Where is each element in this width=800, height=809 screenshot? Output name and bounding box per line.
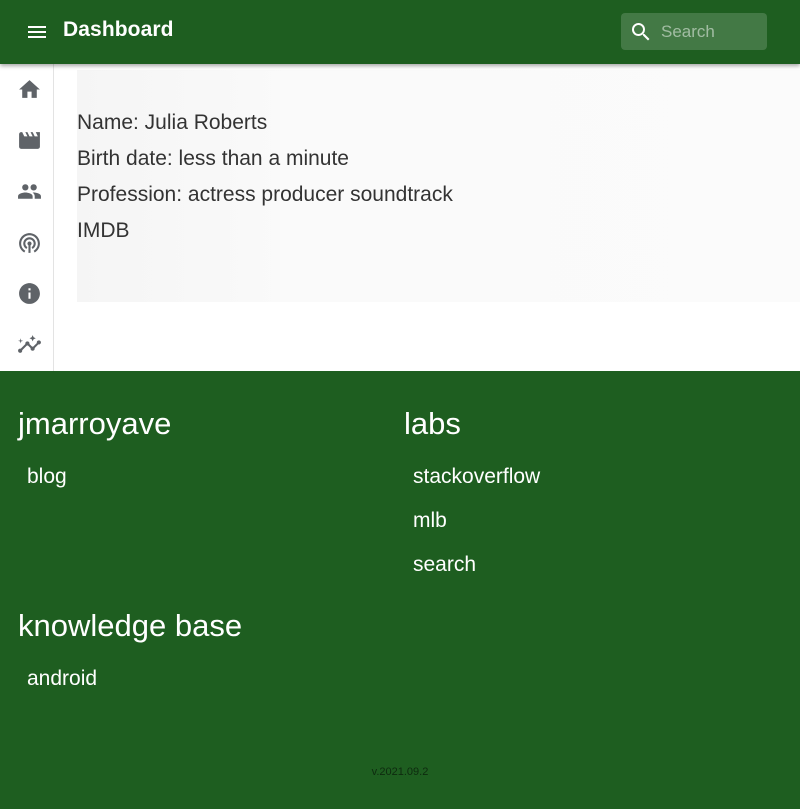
version-label: v.2021.09.2 [371, 766, 429, 778]
imdb-link[interactable]: IMDB [77, 219, 130, 243]
home-icon[interactable] [17, 77, 42, 102]
person-name: Name: Julia Roberts [77, 111, 268, 134]
footer-link-search[interactable]: search [413, 553, 476, 577]
main-content: Name: Julia Roberts Birth date: less tha… [54, 64, 800, 371]
person-details-card: Name: Julia Roberts Birth date: less tha… [77, 70, 800, 302]
footer-heading-knowledge-base: knowledge base [18, 608, 243, 643]
people-icon[interactable] [17, 179, 42, 204]
app-bar: Dashboard [0, 0, 800, 64]
footer-link-stackoverflow[interactable]: stackoverflow [413, 465, 540, 489]
insights-icon[interactable] [17, 332, 42, 357]
footer-link-blog[interactable]: blog [27, 465, 67, 489]
search-input[interactable] [661, 13, 761, 50]
search-icon [629, 20, 653, 44]
sidebar [0, 64, 54, 371]
footer-heading-jmarroyave: jmarroyave [18, 406, 172, 441]
search-box[interactable] [621, 13, 767, 50]
footer-heading-labs: labs [404, 406, 461, 441]
page-title: Dashboard [63, 18, 174, 41]
person-birth-date: Birth date: less than a minute [77, 147, 349, 170]
footer-link-mlb[interactable]: mlb [413, 509, 447, 533]
info-icon[interactable] [17, 281, 42, 306]
footer: jmarroyave blog labs stackoverflow mlb s… [0, 371, 800, 809]
movie-icon[interactable] [17, 128, 42, 153]
footer-link-android[interactable]: android [27, 667, 97, 691]
podcast-icon[interactable] [17, 230, 42, 255]
person-profession: Profession: actress producer soundtrack [77, 183, 453, 206]
menu-icon[interactable] [22, 20, 52, 44]
